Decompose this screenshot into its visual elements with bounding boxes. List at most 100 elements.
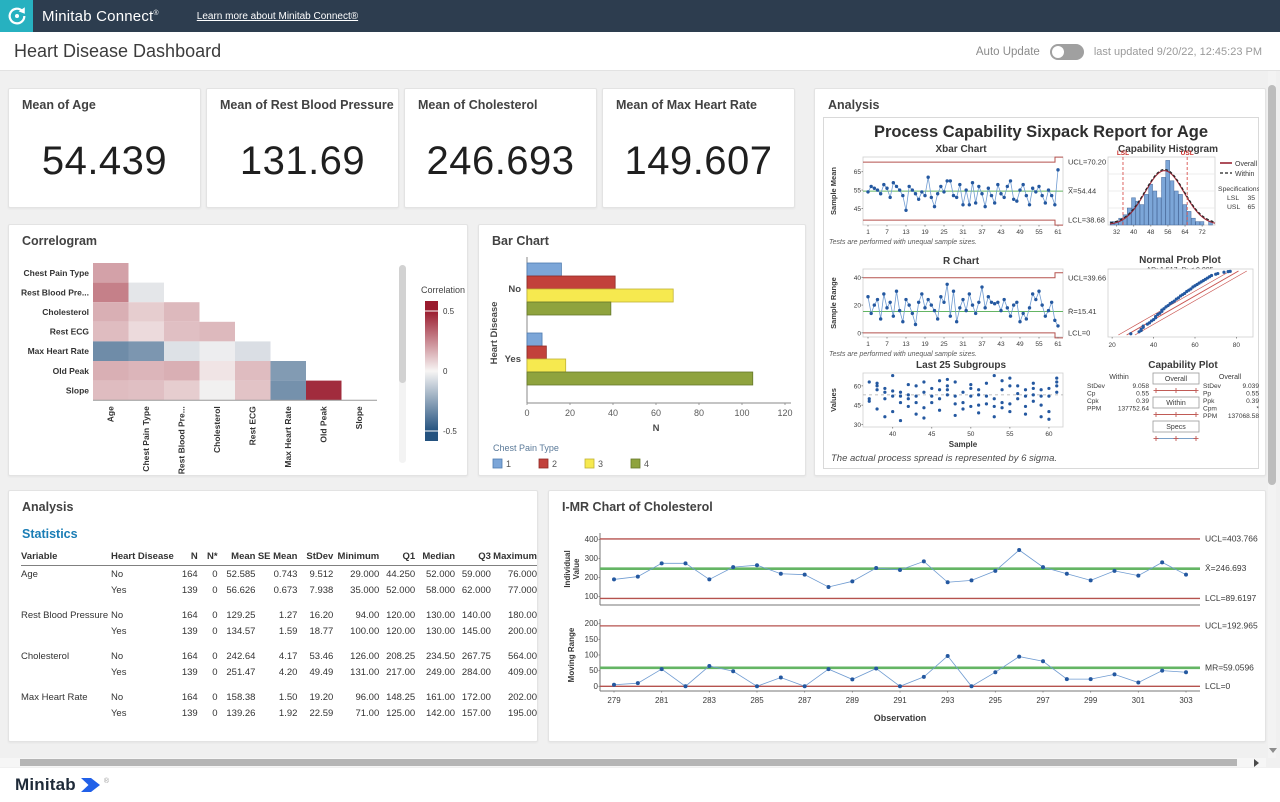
stats-header-cell: Variable — [21, 549, 111, 566]
corr-cell — [164, 341, 200, 361]
corr-cell — [200, 361, 236, 381]
bar-no-cpt3 — [527, 289, 673, 302]
corr-row-label: Rest ECG — [50, 327, 90, 337]
auto-update-toggle[interactable] — [1050, 44, 1084, 60]
scroll-right-arrow-icon[interactable] — [1254, 759, 1259, 767]
data-point — [907, 393, 910, 396]
data-point — [955, 196, 958, 199]
stats-cell — [21, 582, 111, 598]
stats-cell: No — [111, 607, 174, 623]
minitab-connect-logo[interactable] — [0, 0, 33, 32]
stats-cell: 0 — [198, 623, 218, 639]
chart-text: 289 — [846, 696, 860, 705]
data-point — [1216, 272, 1219, 275]
corr-cell — [235, 341, 271, 361]
corr-cell — [93, 381, 129, 401]
hist-bar — [1153, 191, 1157, 225]
data-point — [1008, 402, 1011, 405]
panel-title: I-MR Chart of Cholesterol — [562, 500, 713, 514]
data-point — [899, 401, 902, 404]
data-point — [1047, 387, 1050, 390]
sixpack-title: Process Capability Sixpack Report for Ag… — [874, 123, 1208, 141]
stats-cell: 164 — [174, 648, 198, 664]
horizontal-scrollbar-thumb[interactable] — [20, 759, 1237, 766]
chart-text: 49 — [1016, 341, 1024, 348]
data-point — [970, 578, 974, 582]
data-point — [980, 285, 983, 288]
brand-registered-mark: ® — [153, 10, 158, 17]
chart-text: 301 — [1132, 696, 1146, 705]
vertical-scrollbar-thumb[interactable] — [1268, 85, 1276, 485]
chart-text: 65 — [854, 169, 862, 176]
data-point — [1009, 179, 1012, 182]
kpi-value: 149.607 — [603, 139, 794, 184]
data-point — [942, 190, 945, 193]
corr-cell — [129, 283, 165, 303]
data-point — [938, 388, 941, 391]
data-point — [803, 684, 807, 688]
chart-text: 50 — [589, 666, 598, 675]
minitab-arrow-icon — [81, 776, 103, 794]
statistics-heading[interactable]: Statistics — [22, 527, 78, 541]
data-point — [970, 684, 974, 688]
corr-col-label: Chest Pain Type — [141, 406, 151, 472]
corr-cell — [164, 322, 200, 342]
stats-cell: 139 — [174, 623, 198, 639]
scroll-down-arrow-icon[interactable] — [1269, 748, 1277, 753]
chart-text: 9.039 — [1242, 383, 1259, 390]
stats-cell: 200.00 — [491, 623, 537, 639]
data-point — [1041, 659, 1045, 663]
chart-text: 287 — [798, 696, 812, 705]
chart-text: 200 — [585, 573, 599, 582]
chart-text: Value — [572, 558, 581, 579]
kpi-card-mean-rest-bp: Mean of Rest Blood Pressure 131.69 — [206, 88, 399, 208]
correlogram-scrollbar-thumb[interactable] — [399, 265, 406, 383]
data-point — [1032, 382, 1035, 385]
data-point — [993, 397, 996, 400]
stats-header-cell: Q3 — [455, 549, 491, 566]
stats-cell: 71.00 — [333, 705, 379, 721]
data-point — [938, 397, 941, 400]
bar-legend-title: Chest Pain Type — [493, 443, 559, 453]
corr-col-label: Old Peak — [319, 406, 329, 443]
corr-cell — [164, 302, 200, 322]
data-point — [971, 181, 974, 184]
data-point — [1016, 397, 1019, 400]
chart-text: 37 — [978, 341, 986, 348]
data-point — [923, 194, 926, 197]
data-point — [946, 388, 949, 391]
data-point — [885, 187, 888, 190]
data-point — [904, 209, 907, 212]
stats-header-cell: Minimum — [333, 549, 379, 566]
stats-cell: Yes — [111, 705, 174, 721]
corr-cell — [271, 381, 307, 401]
data-point — [1047, 188, 1050, 191]
data-point — [971, 303, 974, 306]
corr-col-label: Slope — [354, 406, 364, 429]
data-point — [707, 664, 711, 668]
data-point — [707, 577, 711, 581]
data-point — [888, 301, 891, 304]
stats-cell: 58.000 — [415, 582, 455, 598]
stats-cell — [21, 664, 111, 680]
data-point — [946, 654, 950, 658]
stats-cell: 52.000 — [379, 582, 415, 598]
data-point — [996, 301, 999, 304]
data-point — [1037, 185, 1040, 188]
chart-text: 120 — [777, 408, 792, 418]
stats-cell: 158.38 — [218, 689, 256, 705]
data-point — [985, 402, 988, 405]
data-point — [1047, 418, 1050, 421]
chart-text: Sample Range — [829, 277, 838, 329]
learn-more-link[interactable]: Learn more about Minitab Connect® — [197, 11, 358, 22]
kpi-value: 54.439 — [9, 139, 200, 184]
legend-swatch — [585, 459, 594, 468]
chart-text: 60 — [651, 408, 661, 418]
data-point — [999, 192, 1002, 195]
bar-yes-cpt4 — [527, 372, 753, 385]
stats-header-cell: N* — [198, 549, 218, 566]
data-point — [946, 378, 949, 381]
corr-cell — [93, 283, 129, 303]
data-point — [1089, 578, 1093, 582]
capability-plot-title: Capability Plot — [1148, 360, 1218, 371]
